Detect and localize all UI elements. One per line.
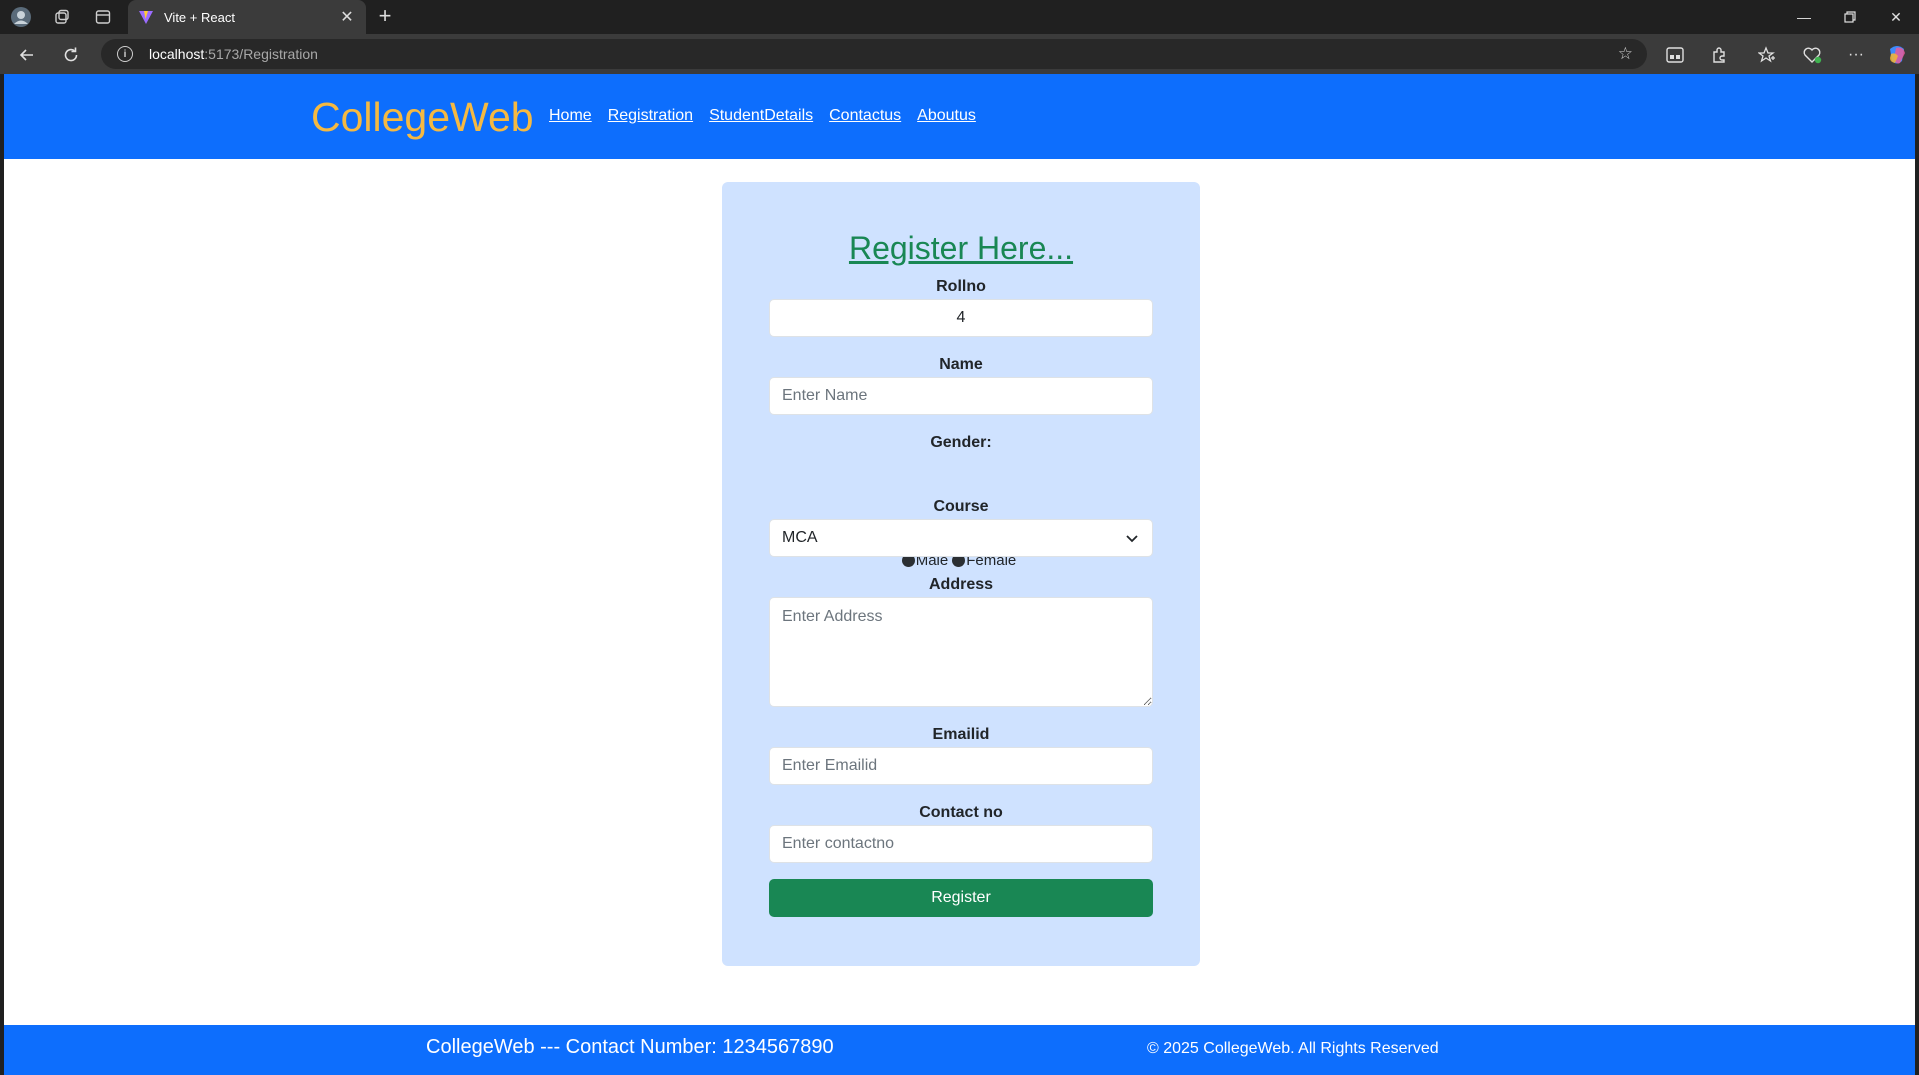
footer-copyright: © 2025 CollegeWeb. All Rights Reserved: [1147, 1040, 1439, 1057]
register-button[interactable]: Register: [769, 879, 1153, 917]
rollno-label: Rollno: [936, 278, 986, 295]
course-label: Course: [933, 498, 989, 515]
footer-contact-text: CollegeWeb --- Contact Number: 123456789…: [426, 1036, 834, 1058]
site-info-icon[interactable]: i: [117, 46, 133, 62]
name-label: Name: [939, 356, 983, 373]
url-host: localhost: [149, 46, 205, 62]
nav-link-home[interactable]: Home: [549, 107, 592, 125]
favorites-icon[interactable]: [1754, 42, 1780, 68]
restore-icon[interactable]: [1827, 0, 1873, 34]
site-footer: CollegeWeb --- Contact Number: 123456789…: [4, 1025, 1915, 1075]
email-input[interactable]: [769, 747, 1153, 785]
vertical-tabs-icon[interactable]: [91, 5, 115, 29]
browser-titlebar: Vite + React ✕ + — ✕: [0, 0, 1919, 34]
browser-tab-active[interactable]: Vite + React ✕: [128, 0, 366, 34]
form-heading: Register Here...: [848, 230, 1074, 266]
site-brand[interactable]: CollegeWeb: [311, 94, 534, 141]
reload-icon[interactable]: [57, 41, 85, 69]
address-label: Address: [928, 576, 994, 593]
course-select[interactable]: MCA: [769, 519, 1153, 557]
workspaces-icon[interactable]: [50, 5, 74, 29]
new-tab-icon[interactable]: +: [372, 5, 398, 29]
registration-card: Register Here... Rollno Name Gender: Mal…: [722, 182, 1200, 966]
browser-toolbar: i localhost:5173/Registration ☆ ···: [0, 34, 1919, 74]
nav-links: Home Registration StudentDetails Contact…: [549, 107, 976, 125]
nav-link-registration[interactable]: Registration: [608, 107, 693, 125]
back-icon[interactable]: [13, 41, 41, 69]
reading-view-icon[interactable]: [1662, 42, 1688, 68]
favorite-star-icon[interactable]: ☆: [1618, 44, 1633, 64]
close-window-icon[interactable]: ✕: [1873, 0, 1919, 34]
url-path: :5173/Registration: [204, 46, 318, 62]
name-input[interactable]: [769, 377, 1153, 415]
more-menu-icon[interactable]: ···: [1843, 42, 1869, 68]
nav-link-studentdetails[interactable]: StudentDetails: [709, 107, 813, 125]
tab-title: Vite + React: [164, 9, 235, 25]
email-label: Emailid: [932, 726, 990, 743]
chevron-down-icon: [1126, 535, 1138, 543]
gender-label: Gender:: [930, 434, 992, 451]
rollno-input[interactable]: [769, 299, 1153, 337]
browser-essentials-icon[interactable]: [1799, 42, 1825, 68]
web-page: CollegeWeb Home Registration StudentDeta…: [4, 74, 1915, 1075]
address-bar[interactable]: i localhost:5173/Registration ☆: [101, 39, 1647, 69]
site-navbar: CollegeWeb Home Registration StudentDeta…: [4, 74, 1915, 159]
contact-label: Contact no: [919, 804, 1003, 821]
nav-link-contactus[interactable]: Contactus: [829, 107, 901, 125]
tab-close-icon[interactable]: ✕: [338, 7, 356, 27]
address-textarea[interactable]: [769, 597, 1153, 707]
copilot-icon[interactable]: [1884, 42, 1910, 68]
minimize-icon[interactable]: —: [1781, 0, 1827, 34]
profile-avatar-icon[interactable]: [9, 5, 33, 29]
course-selected-value: MCA: [782, 529, 818, 546]
contact-input[interactable]: [769, 825, 1153, 863]
nav-link-aboutus[interactable]: Aboutus: [917, 107, 976, 125]
vite-favicon-icon: [139, 11, 153, 24]
extensions-icon[interactable]: [1706, 42, 1732, 68]
